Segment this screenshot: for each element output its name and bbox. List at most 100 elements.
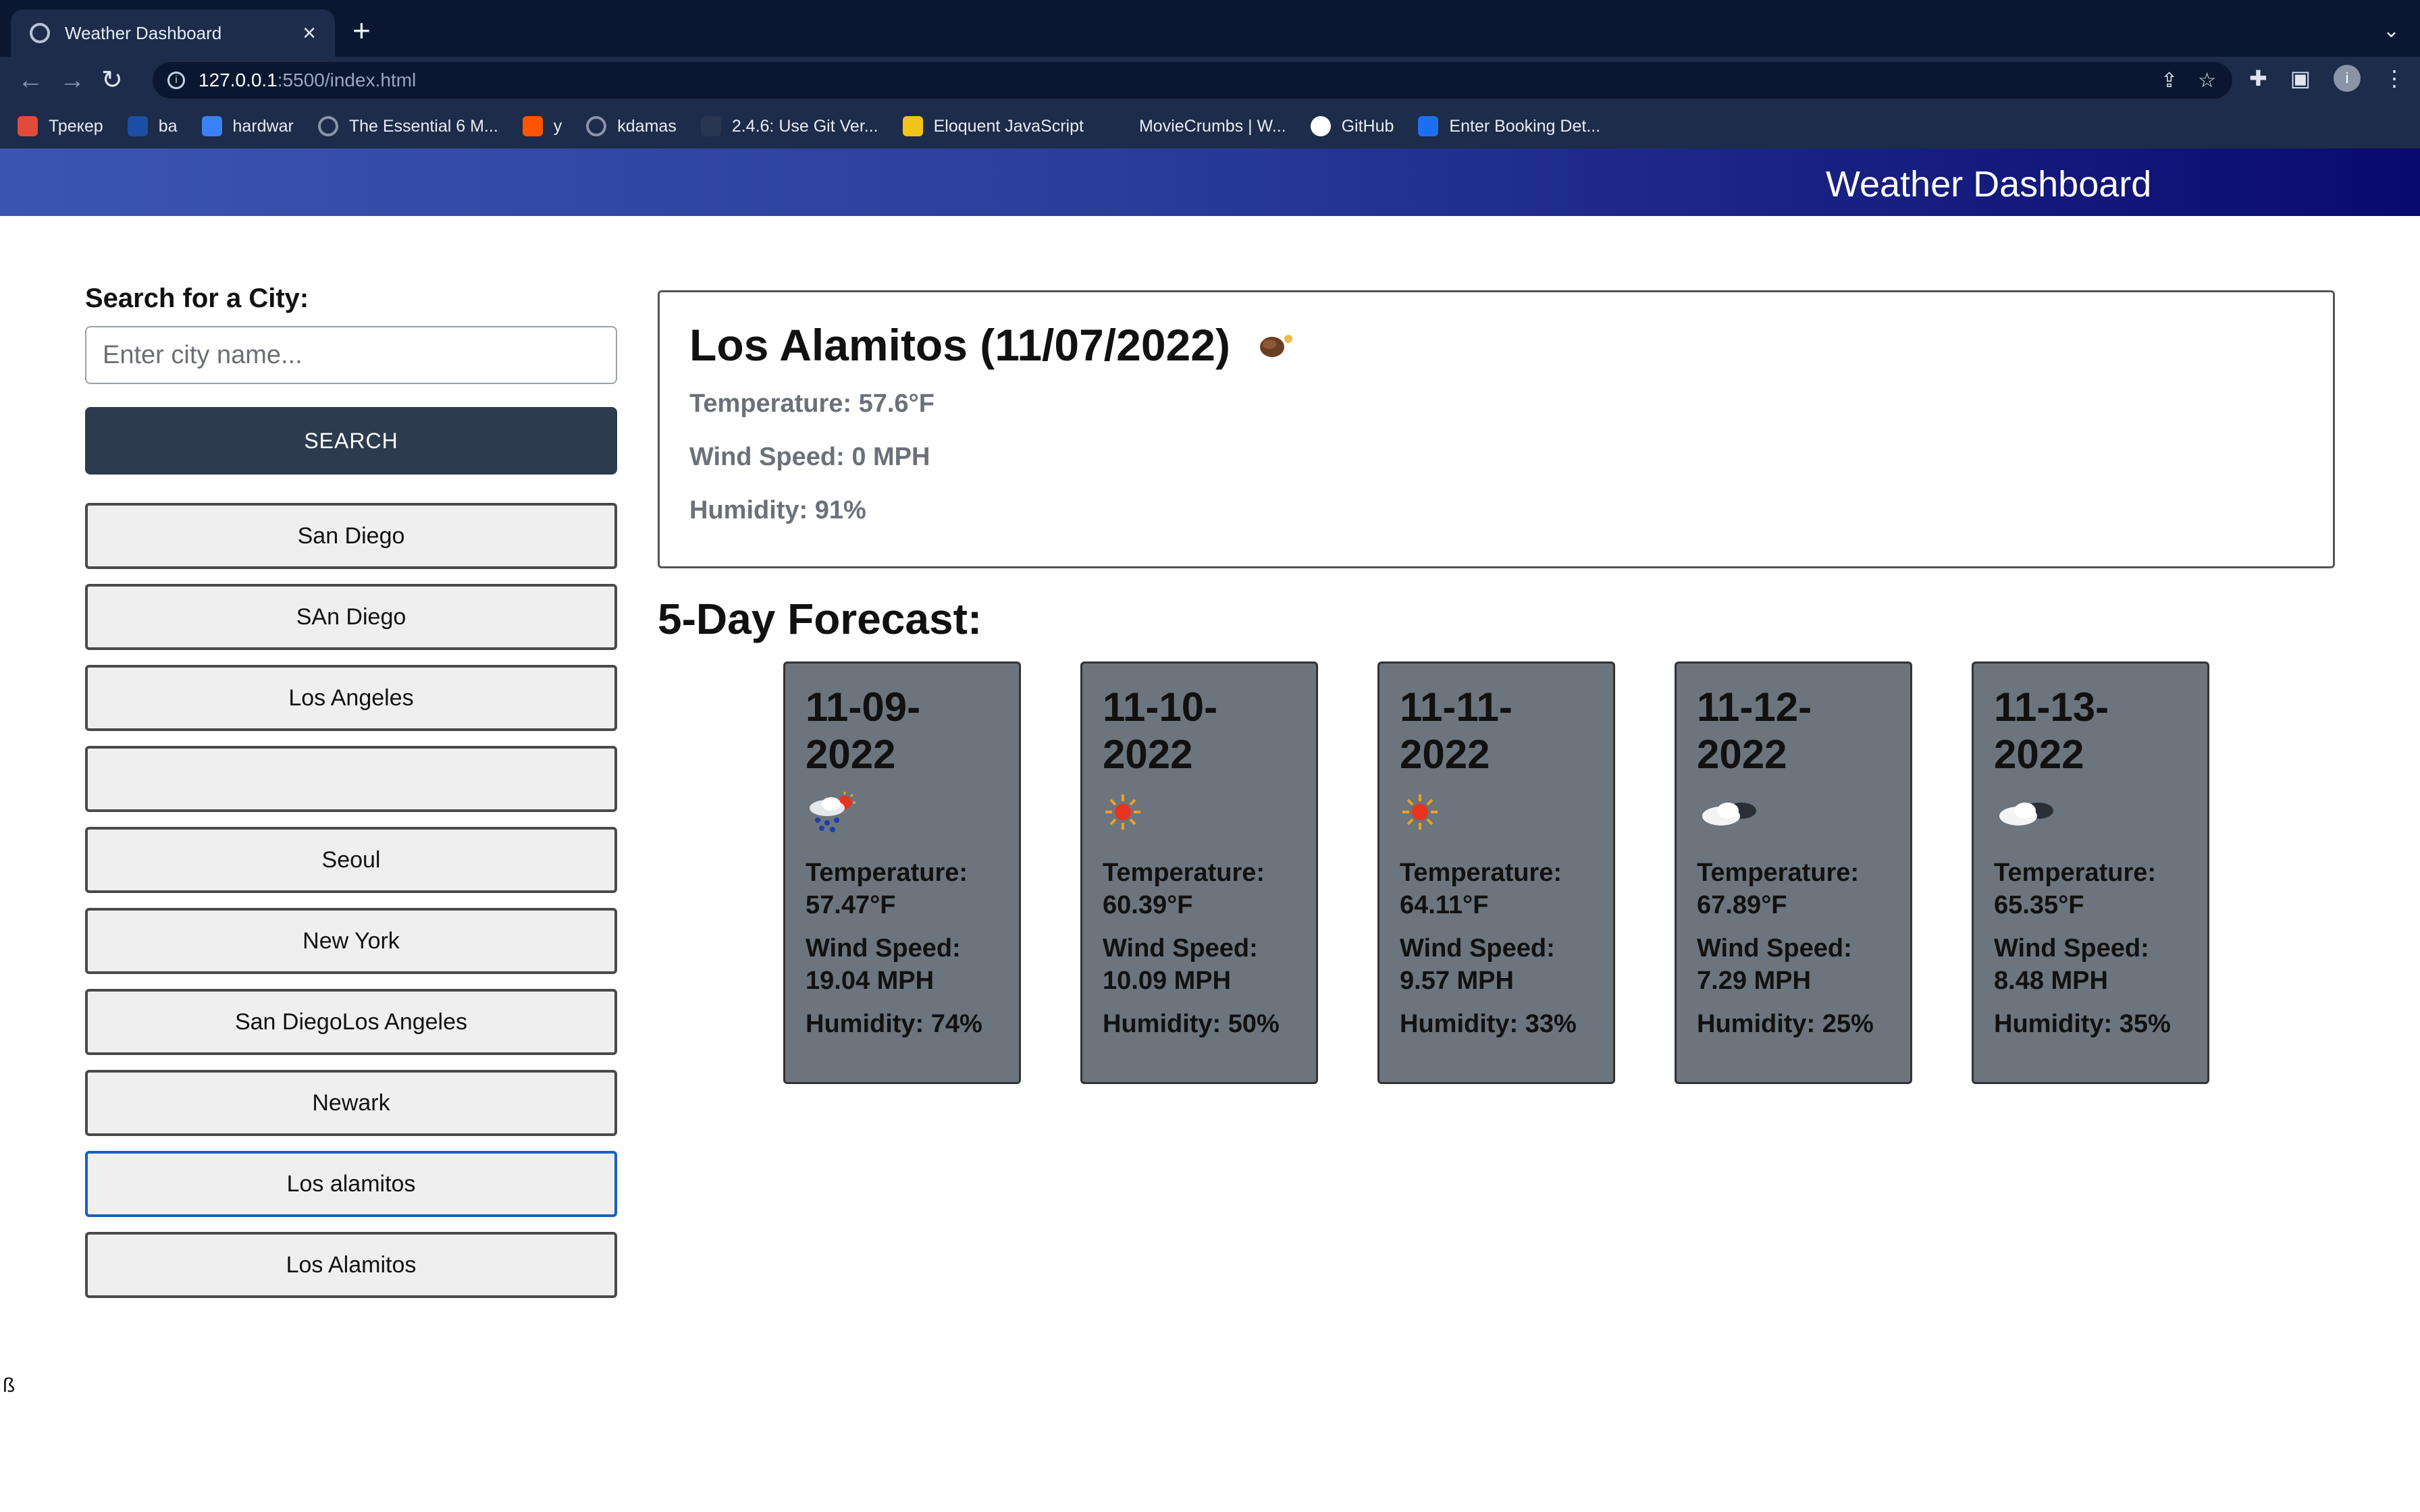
history-city-button[interactable]: Seoul — [85, 827, 617, 893]
stray-text: ß — [3, 1374, 16, 1397]
forecast-wind: Wind Speed: 8.48 MPH — [1994, 934, 2149, 995]
bookmark-item[interactable]: Трекер — [18, 116, 103, 136]
forecast-wind: Wind Speed: 19.04 MPH — [806, 934, 961, 995]
history-city-button[interactable]: San DiegoLos Angeles — [85, 989, 617, 1055]
multicolor-icon — [18, 116, 38, 136]
cloud-icon — [1994, 778, 2187, 846]
current-wind: Wind Speed: 0 MPH — [689, 443, 930, 471]
share-icon[interactable]: ⇪ — [2161, 69, 2178, 92]
forecast-card: 11-09-2022 Temperature: 57.47°F Wind Speed… — [783, 662, 1021, 1084]
history-city-button[interactable]: Los Angeles — [85, 665, 617, 731]
tab-title: Weather Dashboard — [65, 22, 222, 43]
history-city-button[interactable]: Newark — [85, 1070, 617, 1136]
menu-kebab-icon[interactable]: ⋮ — [2384, 65, 2405, 91]
search-history-list: San Diego SAn Diego Los Angeles Seoul New Yo… — [85, 503, 617, 1298]
close-tab-icon[interactable]: × — [302, 22, 316, 45]
bookmark-label: The Essential 6 M... — [348, 116, 498, 136]
github-icon — [1310, 116, 1331, 136]
forecast-date: 11-13-2022 — [1994, 684, 2109, 777]
page-title: Weather Dashboard — [1826, 164, 2152, 205]
forecast-temperature: Temperature: 57.47°F — [806, 859, 968, 919]
tab-weather-dashboard[interactable]: Weather Dashboard × — [11, 9, 335, 57]
bookmark-label: MovieCrumbs | W... — [1138, 116, 1286, 136]
url-text: 127.0.0.1:5500/index.html — [199, 70, 417, 90]
gear-icon — [201, 116, 222, 136]
history-city-button[interactable]: Los Alamitos — [85, 1232, 617, 1298]
bookmark-label: y — [553, 116, 562, 136]
forecast-temperature: Temperature: 65.35°F — [1994, 859, 2157, 919]
soundcloud-icon — [522, 116, 543, 136]
current-humidity: Humidity: 91% — [689, 496, 866, 524]
bookmark-item[interactable]: The Essential 6 M... — [317, 116, 498, 136]
bookmark-item[interactable]: MovieCrumbs | W... — [1107, 116, 1286, 136]
search-label: Search for a City: — [85, 284, 309, 313]
globe-icon — [586, 116, 607, 136]
uci-icon — [127, 116, 148, 136]
js-icon — [902, 116, 923, 136]
booking-icon — [1418, 116, 1439, 136]
history-city-button[interactable]: Los alamitos — [85, 1151, 617, 1217]
bookmark-item[interactable]: GitHub — [1310, 116, 1394, 136]
sun-icon — [1400, 778, 1593, 846]
mist-icon — [1256, 319, 1296, 371]
site-info-icon[interactable]: i — [167, 72, 185, 89]
forecast-date: 11-11-2022 — [1400, 684, 1512, 777]
forecast-temperature: Temperature: 60.39°F — [1103, 859, 1265, 919]
current-temperature: Temperature: 57.6°F — [689, 389, 935, 418]
browser-toolbar: ← → ↻ i 127.0.0.1:5500/index.html ⇪ ☆ ✚ … — [0, 57, 2420, 104]
forecast-date: 11-10-2022 — [1103, 684, 1218, 777]
bookmark-item[interactable]: kdamas — [586, 116, 677, 136]
extensions-icon[interactable]: ✚ — [2249, 65, 2267, 91]
bookmarks-bar: Трекер ba hardwar The Essential 6 M... y kdam… — [0, 104, 2420, 148]
profile-avatar[interactable]: i — [2334, 65, 2361, 92]
bookmark-item[interactable]: y — [522, 116, 562, 136]
history-city-button[interactable]: New York — [85, 908, 617, 974]
sun-icon — [1103, 778, 1296, 846]
bookmark-item[interactable]: Enter Booking Det... — [1418, 116, 1600, 136]
bookmark-item[interactable]: Eloquent JavaScript — [902, 116, 1084, 136]
forecast-humidity: Humidity: 74% — [806, 1010, 982, 1038]
bookmark-label: Eloquent JavaScript — [933, 116, 1084, 136]
history-city-button[interactable]: SAn Diego — [85, 584, 617, 650]
forecast-temperature: Temperature: 67.89°F — [1697, 859, 1860, 919]
bookmark-item[interactable]: hardwar — [201, 116, 294, 136]
history-city-button[interactable] — [85, 746, 617, 812]
forecast-card: 11-12-2022 Temperature: 67.89°F Wind Speed… — [1675, 662, 1912, 1084]
rain-sun-icon — [806, 778, 999, 846]
forecast-cards: 11-09-2022 Temperature: 57.47°F Wind Speed… — [783, 662, 2215, 1087]
bookmark-label: Enter Booking Det... — [1449, 116, 1601, 136]
forecast-wind: Wind Speed: 9.57 MPH — [1400, 934, 1555, 995]
reload-icon[interactable]: ↻ — [101, 65, 123, 96]
search-button[interactable]: SEARCH — [85, 407, 617, 475]
history-city-button[interactable]: San Diego — [85, 503, 617, 569]
page-header: Weather Dashboard — [0, 148, 2420, 216]
current-city-title: Los Alamitos (11/07/2022) — [689, 320, 1230, 370]
tab-strip: Weather Dashboard × + ⌄ — [0, 0, 2420, 57]
new-tab-button[interactable]: + — [352, 15, 371, 46]
globe-icon — [30, 23, 50, 43]
forecast-wind: Wind Speed: 10.09 MPH — [1103, 934, 1258, 995]
browser-chrome: Weather Dashboard × + ⌄ ← → ↻ i 127.0.0.… — [0, 0, 2420, 148]
bookmark-item[interactable]: ba — [127, 116, 178, 136]
forward-icon[interactable]: → — [59, 65, 85, 96]
chevron-down-icon[interactable]: ⌄ — [2383, 19, 2400, 43]
bookmark-label: kdamas — [617, 116, 677, 136]
bookmark-star-icon[interactable]: ☆ — [2198, 69, 2216, 92]
search-sidebar: Search for a City: SEARCH San Diego SAn D… — [85, 277, 617, 1313]
bookmark-item[interactable]: 2.4.6: Use Git Ver... — [700, 116, 878, 136]
bookmark-label: 2.4.6: Use Git Ver... — [731, 116, 878, 136]
bookmark-label: GitHub — [1341, 116, 1394, 136]
forecast-date: 11-09-2022 — [806, 684, 921, 777]
cloud-icon — [1697, 778, 1890, 846]
forecast-card: 11-13-2022 Temperature: 65.35°F Wind Speed… — [1972, 662, 2209, 1084]
forecast-humidity: Humidity: 33% — [1400, 1010, 1577, 1038]
bookmark-label: Трекер — [49, 116, 103, 136]
side-panel-icon[interactable]: ▣ — [2290, 65, 2311, 91]
forecast-wind: Wind Speed: 7.29 MPH — [1697, 934, 1852, 995]
city-search-input[interactable] — [85, 326, 617, 384]
back-icon[interactable]: ← — [18, 65, 43, 96]
play-icon — [1107, 116, 1128, 136]
address-bar[interactable]: i 127.0.0.1:5500/index.html ⇪ ☆ — [153, 62, 2232, 99]
forecast-temperature: Temperature: 64.11°F — [1400, 859, 1562, 919]
forecast-card: 11-10-2022 Temperature: 60.39°F Wind Speed… — [1080, 662, 1318, 1084]
